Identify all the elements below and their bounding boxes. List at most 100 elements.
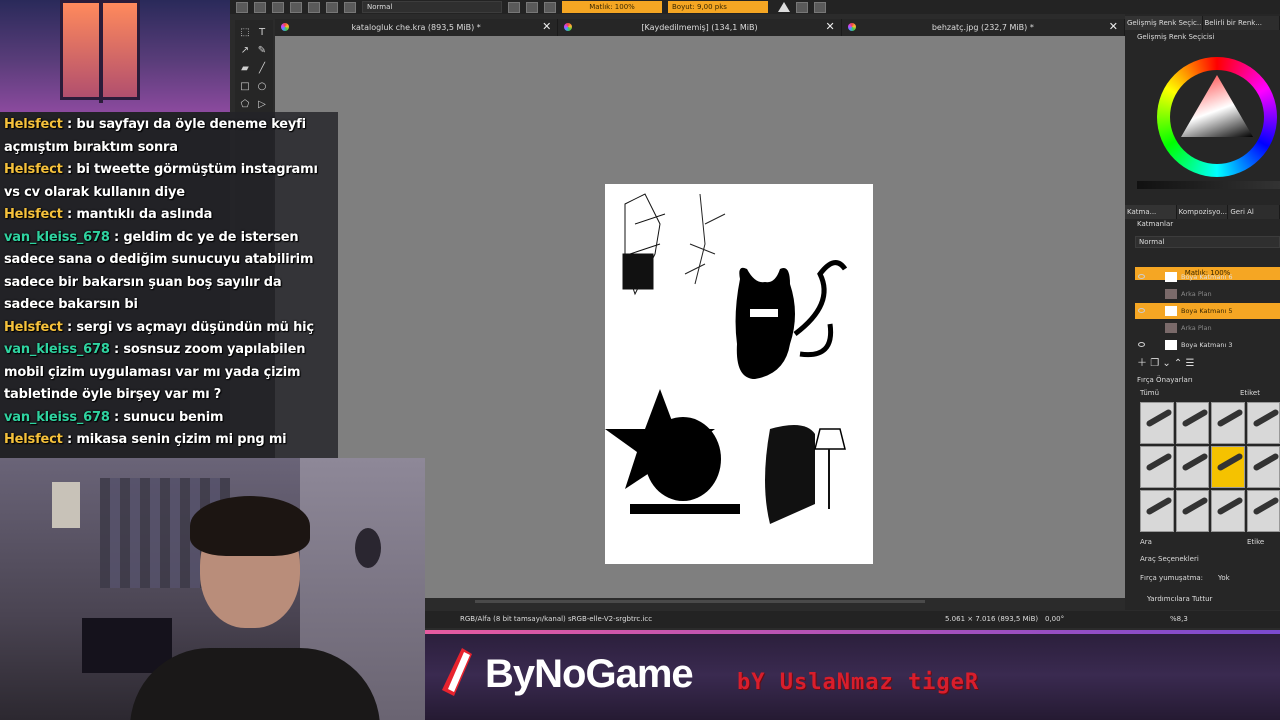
rectangle-tool-icon[interactable]: □	[240, 82, 250, 92]
move-down-icon[interactable]: ⌄	[1162, 358, 1170, 369]
brush-preset[interactable]	[1175, 446, 1209, 488]
tab-advanced-color[interactable]: Gelişmiş Renk Seçic...	[1125, 16, 1203, 30]
close-icon[interactable]: ✕	[825, 20, 834, 33]
brush-filter[interactable]: Tümü	[1140, 389, 1159, 397]
brush-preset[interactable]	[1140, 402, 1174, 444]
document-tab[interactable]: katalogluk che.kra (893,5 MiB) * ✕	[275, 19, 559, 36]
brush-tag[interactable]: Etiket	[1240, 389, 1260, 397]
brush-preset[interactable]	[1246, 446, 1280, 488]
right-docker: Gelişmiş Renk Seçic... Belirli bir Renk.…	[1125, 14, 1280, 610]
eye-icon[interactable]	[1138, 274, 1145, 279]
freehand-brush-icon[interactable]: ▰	[240, 64, 250, 74]
ellipse-tool-icon[interactable]: ○	[257, 82, 267, 92]
polygon-tool-icon[interactable]: ⬠	[240, 100, 250, 110]
brush-presets-icon[interactable]	[344, 1, 356, 13]
select-shape-icon[interactable]: ⬚	[240, 28, 250, 38]
tab-layers[interactable]: Katma...	[1125, 205, 1177, 219]
layer-row[interactable]: Arka Plan	[1135, 286, 1280, 302]
layer-name: Boya Katmanı 5	[1181, 307, 1233, 315]
brush-smoothing-select[interactable]: Yok	[1218, 574, 1230, 582]
line-tool-icon[interactable]: ╱	[257, 64, 267, 74]
brush-preset[interactable]	[1246, 402, 1280, 444]
scrollbar-thumb[interactable]	[475, 600, 925, 603]
gradient-icon[interactable]	[290, 1, 302, 13]
brush-preset[interactable]	[1211, 490, 1245, 532]
sketch-figure	[622, 193, 666, 296]
chat-separator: :	[109, 229, 124, 245]
add-layer-icon[interactable]: ＋	[1137, 358, 1147, 369]
layer-row[interactable]: Arka Plan	[1135, 320, 1280, 336]
eye-icon[interactable]	[1138, 308, 1145, 313]
move-up-icon[interactable]: ⌃	[1174, 358, 1182, 369]
color-wheel[interactable]	[1157, 57, 1277, 177]
color-docker-tabs: Gelişmiş Renk Seçic... Belirli bir Renk.…	[1125, 16, 1280, 30]
duplicate-layer-icon[interactable]: ❐	[1150, 358, 1159, 369]
brush-preset[interactable]	[1175, 402, 1209, 444]
document-tab[interactable]: behzatç.jpg (232,7 MiB) * ✕	[841, 19, 1125, 36]
text-tool-icon[interactable]: T	[257, 28, 267, 38]
close-icon[interactable]: ✕	[542, 20, 551, 33]
artboard[interactable]	[605, 184, 873, 564]
krita-icon	[564, 23, 573, 31]
new-document-icon[interactable]	[236, 1, 248, 13]
save-icon[interactable]	[272, 1, 284, 13]
brush-preset-grid	[1140, 402, 1280, 532]
tab-undo[interactable]: Geri Al	[1228, 205, 1280, 219]
mirror-vertical-icon[interactable]	[796, 1, 808, 13]
banner-stripe	[425, 630, 1280, 634]
layer-properties-icon[interactable]: ☰	[1186, 358, 1195, 369]
eye-icon[interactable]	[1138, 342, 1145, 347]
layer-row-active[interactable]: Boya Katmanı 5	[1135, 303, 1280, 319]
opacity-slider[interactable]: Matlık: 100%	[562, 1, 662, 13]
eraser-icon[interactable]	[508, 1, 520, 13]
polyline-tool-icon[interactable]: ▷	[257, 100, 267, 110]
layer-row[interactable]: Boya Katmanı 6	[1135, 269, 1280, 285]
chat-message: Helsfect : mikasa senin çizim mi png mi	[4, 429, 334, 452]
edit-shapes-icon[interactable]: ↗	[240, 46, 250, 56]
open-document-icon[interactable]	[254, 1, 266, 13]
layer-name: Arka Plan	[1181, 324, 1212, 332]
document-tab[interactable]: [Kaydedilmemiş] (134,1 MiB) ✕	[558, 19, 842, 36]
search-label[interactable]: Ara	[1140, 538, 1152, 546]
chat-username: Helsfect	[4, 117, 63, 132]
layer-blend-select[interactable]: Normal	[1135, 236, 1280, 248]
bynogame-logo-icon	[442, 648, 472, 696]
pattern-icon[interactable]	[308, 1, 320, 13]
layer-docker-tabs: Katma... Kompozisyo... Geri Al	[1125, 205, 1280, 219]
tab-specific-color[interactable]: Belirli bir Renk...	[1202, 16, 1280, 30]
brush-preset[interactable]	[1140, 490, 1174, 532]
layer-actions: ＋ ❐ ⌄ ⌃ ☰	[1137, 354, 1194, 369]
color-swap-icon[interactable]	[326, 1, 338, 13]
blend-mode-select[interactable]: Normal	[362, 1, 502, 13]
color-value-slider[interactable]	[1137, 181, 1280, 189]
alpha-lock-icon[interactable]	[526, 1, 538, 13]
tab-compositions[interactable]: Kompozisyo...	[1176, 205, 1229, 219]
tab-label: behzatç.jpg (232,7 MiB) *	[931, 23, 1034, 32]
reload-icon[interactable]	[544, 1, 556, 13]
wrap-around-icon[interactable]	[814, 1, 826, 13]
mirror-horizontal-icon[interactable]	[778, 2, 790, 12]
krita-icon	[281, 23, 289, 31]
chat-message: Helsfect : sergi vs açmayı düşündün mü h…	[4, 317, 334, 340]
brush-preset[interactable]	[1140, 446, 1174, 488]
chat-username: Helsfect	[4, 207, 63, 222]
brush-preset[interactable]	[1211, 402, 1245, 444]
brush-size-slider[interactable]: Boyut: 9,00 pks	[668, 1, 768, 13]
calligraphy-icon[interactable]: ✎	[257, 46, 267, 56]
document-tabs: katalogluk che.kra (893,5 MiB) * ✕ [Kayd…	[275, 19, 1125, 36]
chat-message: Helsfect : bu sayfayı da öyle deneme key…	[4, 114, 334, 159]
chat-username: Helsfect	[4, 432, 63, 447]
brush-preset-selected[interactable]	[1211, 446, 1245, 488]
brush-preset[interactable]	[1175, 490, 1209, 532]
close-icon[interactable]: ✕	[1109, 20, 1118, 33]
chair-sketch	[765, 425, 846, 524]
snap-assistants-label[interactable]: Yardımcılara Tuttur	[1147, 595, 1212, 603]
chat-separator: :	[109, 409, 124, 425]
zoom-label[interactable]: %8,3	[1170, 615, 1188, 623]
layer-row[interactable]: Boya Katmanı 3	[1135, 337, 1280, 353]
rotation-label[interactable]: 0,00°	[1045, 615, 1064, 623]
brush-preset[interactable]	[1246, 490, 1280, 532]
room-background	[0, 0, 230, 112]
tag-checkbox[interactable]: Etike	[1247, 538, 1264, 546]
color-selector-title: Gelişmiş Renk Seçicisi	[1137, 33, 1215, 41]
